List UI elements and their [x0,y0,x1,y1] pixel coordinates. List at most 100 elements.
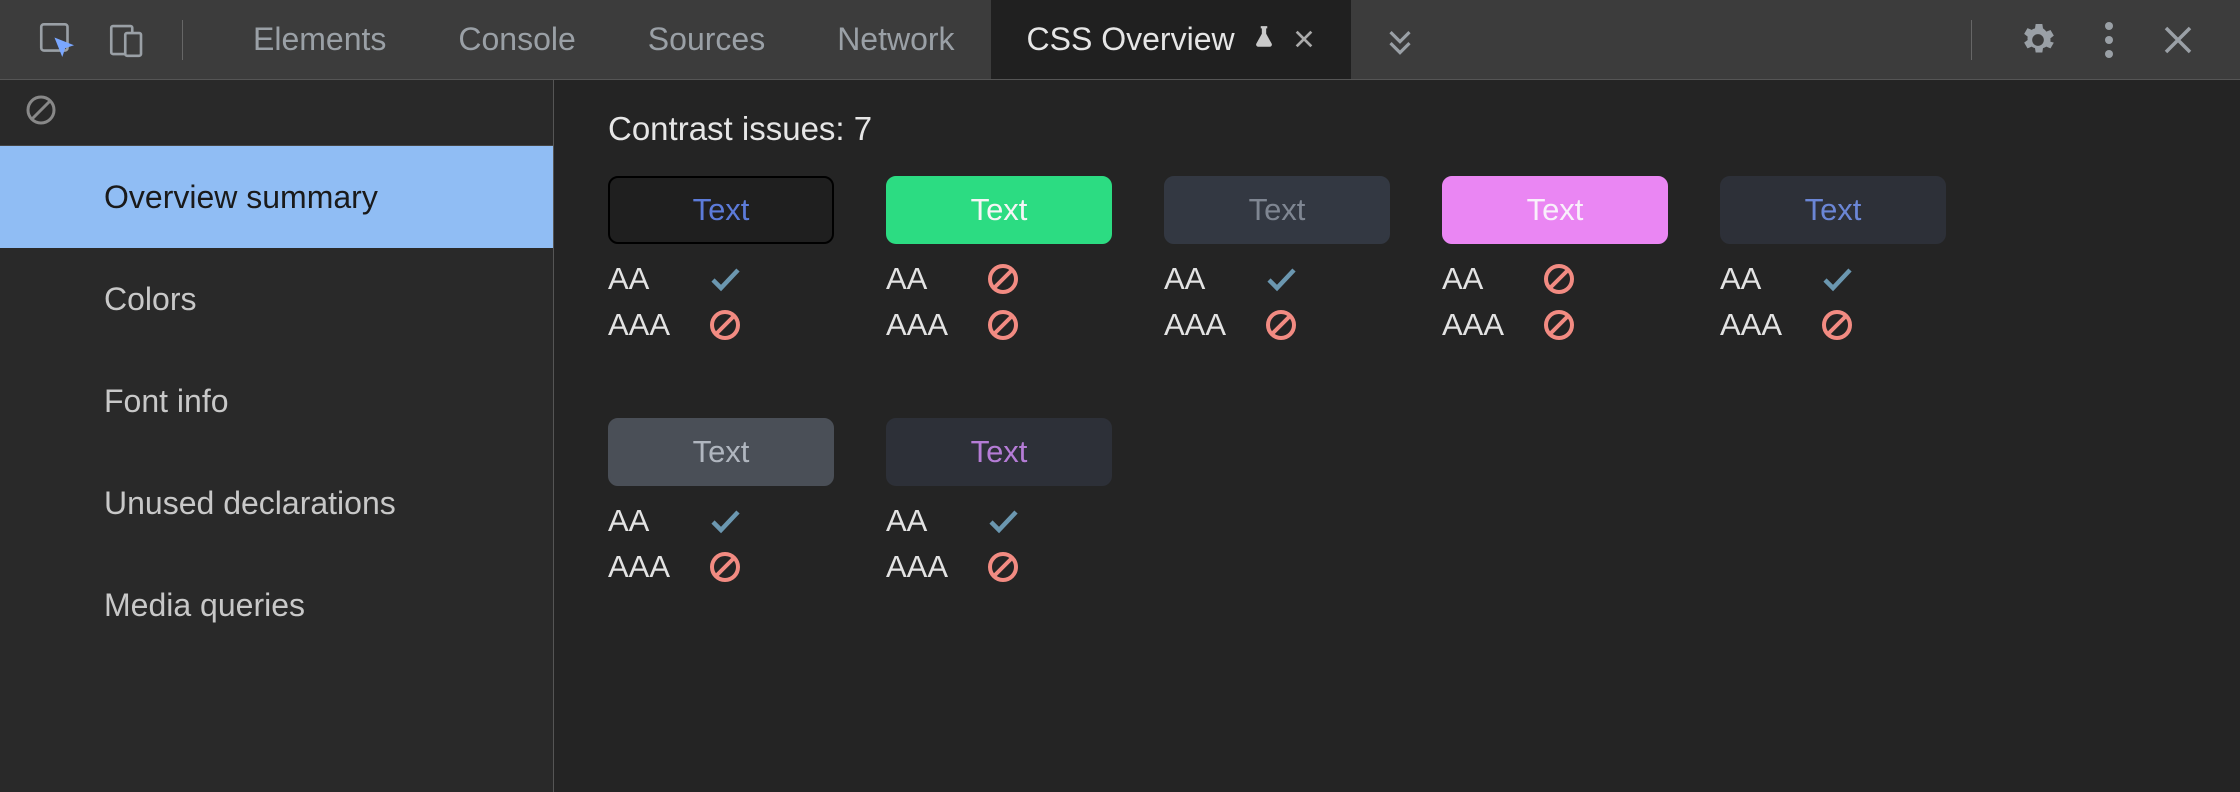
rating-row-aa: AA [1442,256,1668,302]
devtools-tabstrip: Elements Console Sources Network CSS Ove… [0,0,2240,80]
rating-label: AAA [608,307,708,343]
swatch-preview: Text [1164,176,1390,244]
tabs-container: Elements Console Sources Network CSS Ove… [217,0,1449,79]
fail-icon [708,550,742,584]
sidebar: Overview summary Colors Font info Unused… [0,80,554,792]
contrast-swatch[interactable]: TextAAAAA [886,418,1112,590]
swatch-preview: Text [1442,176,1668,244]
rating-label: AA [1720,261,1820,297]
rating-row-aaa: AAA [886,544,1112,590]
sidebar-item-label: Font info [104,383,229,420]
tabstrip-left: Elements Console Sources Network CSS Ove… [0,0,1449,79]
rating-row-aa: AA [886,256,1112,302]
contrast-ratings: AAAAA [886,498,1112,590]
tab-label: Console [458,21,575,58]
sidebar-item-media-queries[interactable]: Media queries [0,554,553,656]
swatch-preview: Text [608,176,834,244]
more-options-icon[interactable] [2084,0,2134,79]
sidebar-item-label: Media queries [104,587,305,624]
experimental-icon [1251,21,1277,58]
section-title: Contrast issues: 7 [608,110,2186,148]
contrast-swatch[interactable]: TextAAAAA [608,418,834,590]
rating-label: AA [886,503,986,539]
sidebar-item-unused-declarations[interactable]: Unused declarations [0,452,553,554]
swatch-preview: Text [886,418,1112,486]
separator [182,20,183,60]
tabstrip-right [1951,0,2240,79]
main-content: Contrast issues: 7 TextAAAAATextAAAAATex… [554,80,2240,792]
fail-icon [1542,308,1576,342]
sidebar-item-label: Colors [104,281,196,318]
fail-icon [1264,308,1298,342]
contrast-ratings: AAAAA [886,256,1112,348]
rating-label: AAA [886,307,986,343]
fail-icon [708,308,742,342]
contrast-swatch[interactable]: TextAAAAA [886,176,1112,348]
contrast-swatch[interactable]: TextAAAAA [1720,176,1946,348]
rating-label: AAA [608,549,708,585]
close-tab-icon[interactable] [1293,21,1315,58]
separator [1971,20,1972,60]
swatch-preview: Text [886,176,1112,244]
rating-row-aaa: AAA [608,302,834,348]
contrast-ratings: AAAAA [1164,256,1390,348]
contrast-ratings: AAAAA [608,498,834,590]
rating-row-aa: AA [608,256,834,302]
rating-row-aaa: AAA [1164,302,1390,348]
swatch-preview: Text [1720,176,1946,244]
panel-body: Overview summary Colors Font info Unused… [0,80,2240,792]
sidebar-item-overview[interactable]: Overview summary [0,146,553,248]
sidebar-item-label: Overview summary [104,179,378,216]
contrast-ratings: AAAAA [1720,256,1946,348]
tab-label: Sources [648,21,765,58]
contrast-ratings: AAAAA [1442,256,1668,348]
tabs-overflow-icon[interactable] [1351,0,1449,79]
fail-icon [986,550,1020,584]
rating-row-aaa: AAA [886,302,1112,348]
clear-icon[interactable] [24,93,58,132]
tab-console[interactable]: Console [422,0,611,79]
contrast-swatch[interactable]: TextAAAAA [1164,176,1390,348]
rating-row-aa: AA [886,498,1112,544]
tab-label: CSS Overview [1027,21,1235,58]
rating-label: AAA [1720,307,1820,343]
tab-network[interactable]: Network [801,0,990,79]
rating-label: AA [886,261,986,297]
rating-row-aa: AA [1164,256,1390,302]
sidebar-toolbar [0,80,553,146]
rating-row-aa: AA [608,498,834,544]
fail-icon [1542,262,1576,296]
rating-row-aaa: AAA [1720,302,1946,348]
fail-icon [986,308,1020,342]
fail-icon [986,262,1020,296]
rating-label: AA [1164,261,1264,297]
tab-css-overview[interactable]: CSS Overview [991,0,1351,79]
sidebar-item-font-info[interactable]: Font info [0,350,553,452]
contrast-swatch[interactable]: TextAAAAA [608,176,834,348]
inspect-element-icon[interactable] [22,0,92,79]
rating-label: AA [608,503,708,539]
rating-row-aaa: AAA [1442,302,1668,348]
close-devtools-icon[interactable] [2140,0,2216,79]
swatch-preview: Text [608,418,834,486]
rating-label: AAA [1164,307,1264,343]
tab-label: Elements [253,21,386,58]
contrast-swatch-grid: TextAAAAATextAAAAATextAAAAATextAAAAAText… [608,176,2186,590]
rating-row-aa: AA [1720,256,1946,302]
contrast-swatch[interactable]: TextAAAAA [1442,176,1668,348]
rating-label: AA [1442,261,1542,297]
tab-label: Network [837,21,954,58]
pass-check-icon [708,262,742,296]
rating-label: AAA [1442,307,1542,343]
device-toolbar-icon[interactable] [92,0,162,79]
settings-icon[interactable] [1998,0,2078,79]
fail-icon [1820,308,1854,342]
tab-sources[interactable]: Sources [612,0,801,79]
sidebar-item-colors[interactable]: Colors [0,248,553,350]
pass-check-icon [1264,262,1298,296]
tab-elements[interactable]: Elements [217,0,422,79]
rating-label: AA [608,261,708,297]
pass-check-icon [1820,262,1854,296]
rating-label: AAA [886,549,986,585]
pass-check-icon [986,504,1020,538]
